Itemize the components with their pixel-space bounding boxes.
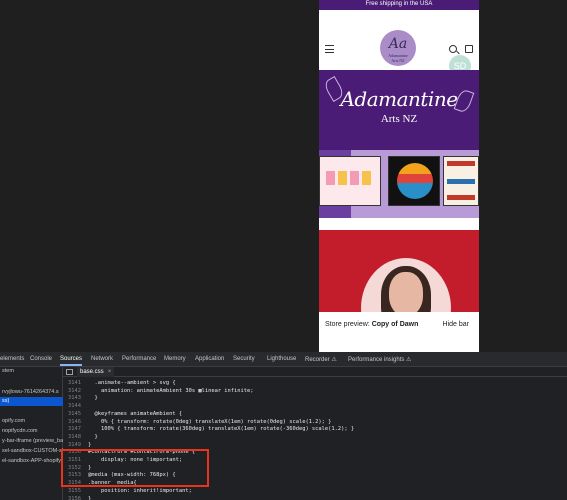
tab-performance-insights[interactable]: Performance insights ⚠ [348, 356, 411, 363]
tab-recorder[interactable]: Recorder ⚠ [305, 356, 337, 363]
tab-lighthouse[interactable]: Lighthouse [267, 356, 296, 362]
logo-monogram: Aa [388, 36, 408, 52]
thumb-graphic [447, 195, 475, 200]
navigator-item[interactable]: el-sandbox-APP-shopify-sh [0, 457, 63, 466]
devtools-tabs: elements Console Sources Network Perform… [0, 352, 567, 367]
menu-icon[interactable] [325, 45, 334, 53]
file-tab-base-css[interactable]: base.css × [77, 367, 115, 377]
hero-banner: Adamantine Arts NZ [319, 70, 479, 150]
tab-memory[interactable]: Memory [164, 356, 186, 362]
shipping-bar: Free shipping in the USA [319, 0, 479, 10]
navigator-item-selected[interactable]: ss) [0, 397, 63, 406]
product-thumbnail[interactable] [319, 156, 381, 206]
search-icon[interactable] [449, 45, 457, 53]
navigator-toggle-label: stem [2, 368, 14, 374]
tab-sources[interactable]: Sources [60, 356, 83, 366]
navigator-item[interactable]: y-bar-iframe (preview_bar) [0, 437, 63, 446]
close-icon[interactable]: × [108, 369, 112, 375]
code-line[interactable]: } [88, 495, 91, 500]
editor-file-tabs: base.css × [63, 367, 567, 377]
store-preview-bar: Store preview: Copy of Dawn Hide bar [319, 312, 479, 352]
preview-text: Store preview: Copy of Dawn [325, 321, 418, 328]
code-line[interactable]: } [88, 394, 97, 402]
store-logo[interactable]: Aa Adamantine Arts NZ [380, 30, 416, 66]
image-figure [389, 272, 423, 316]
banner-subtitle: Arts NZ [380, 113, 418, 125]
highlight-box [61, 449, 209, 487]
navigator-item[interactable]: rvyjlowu-7614264374.s [0, 388, 63, 397]
store-preview: Free shipping in the USA Aa Adamantine A… [319, 0, 479, 352]
thumb-graphic [326, 171, 335, 185]
store-header: Aa Adamantine Arts NZ SD [319, 10, 479, 77]
thumb-graphic [350, 171, 359, 185]
tab-performance[interactable]: Performance [122, 356, 156, 362]
code-line[interactable]: 100% { transform: rotate(360deg) transla… [88, 425, 354, 433]
logo-sub: Arts NZ [391, 58, 405, 63]
thumb-graphic [447, 179, 475, 184]
tab-application[interactable]: Application [195, 356, 224, 362]
navigator-item[interactable]: opify.com [0, 417, 63, 426]
navigator-item[interactable]: nopifycdn.com [0, 427, 63, 436]
thumb-graphic [397, 163, 433, 199]
hide-bar-button[interactable]: Hide bar [443, 321, 469, 328]
tab-security[interactable]: Security [233, 356, 255, 362]
tab-elements[interactable]: elements [0, 356, 24, 362]
preview-theme: Copy of Dawn [371, 321, 419, 328]
cart-icon[interactable] [465, 45, 473, 53]
code-line[interactable]: position: inherit!important; [88, 487, 192, 495]
product-thumbnail[interactable] [443, 156, 479, 206]
thumb-graphic [338, 171, 347, 185]
navigator-item[interactable]: sel-sandbox-CUSTOM-sh [0, 447, 63, 456]
thumb-graphic [447, 161, 475, 166]
product-thumbnail[interactable] [388, 156, 440, 206]
preview-label: Store preview: [325, 321, 370, 328]
toggle-navigator-icon[interactable] [66, 369, 73, 375]
sources-navigator: stem rvyjlowu-7614264374.s ss) opify.com… [0, 367, 63, 500]
tab-network[interactable]: Network [91, 356, 113, 362]
screenshot-root: Free shipping in the USA Aa Adamantine A… [0, 0, 567, 500]
file-tab-label: base.css [80, 369, 104, 375]
thumb-graphic [362, 171, 371, 185]
code-line[interactable]: animation: animateAmbient 30s ▩linear in… [88, 387, 254, 395]
tab-console[interactable]: Console [30, 356, 52, 362]
line-number: 3156 [68, 495, 81, 500]
navigator-toggle[interactable]: stem [0, 367, 63, 376]
